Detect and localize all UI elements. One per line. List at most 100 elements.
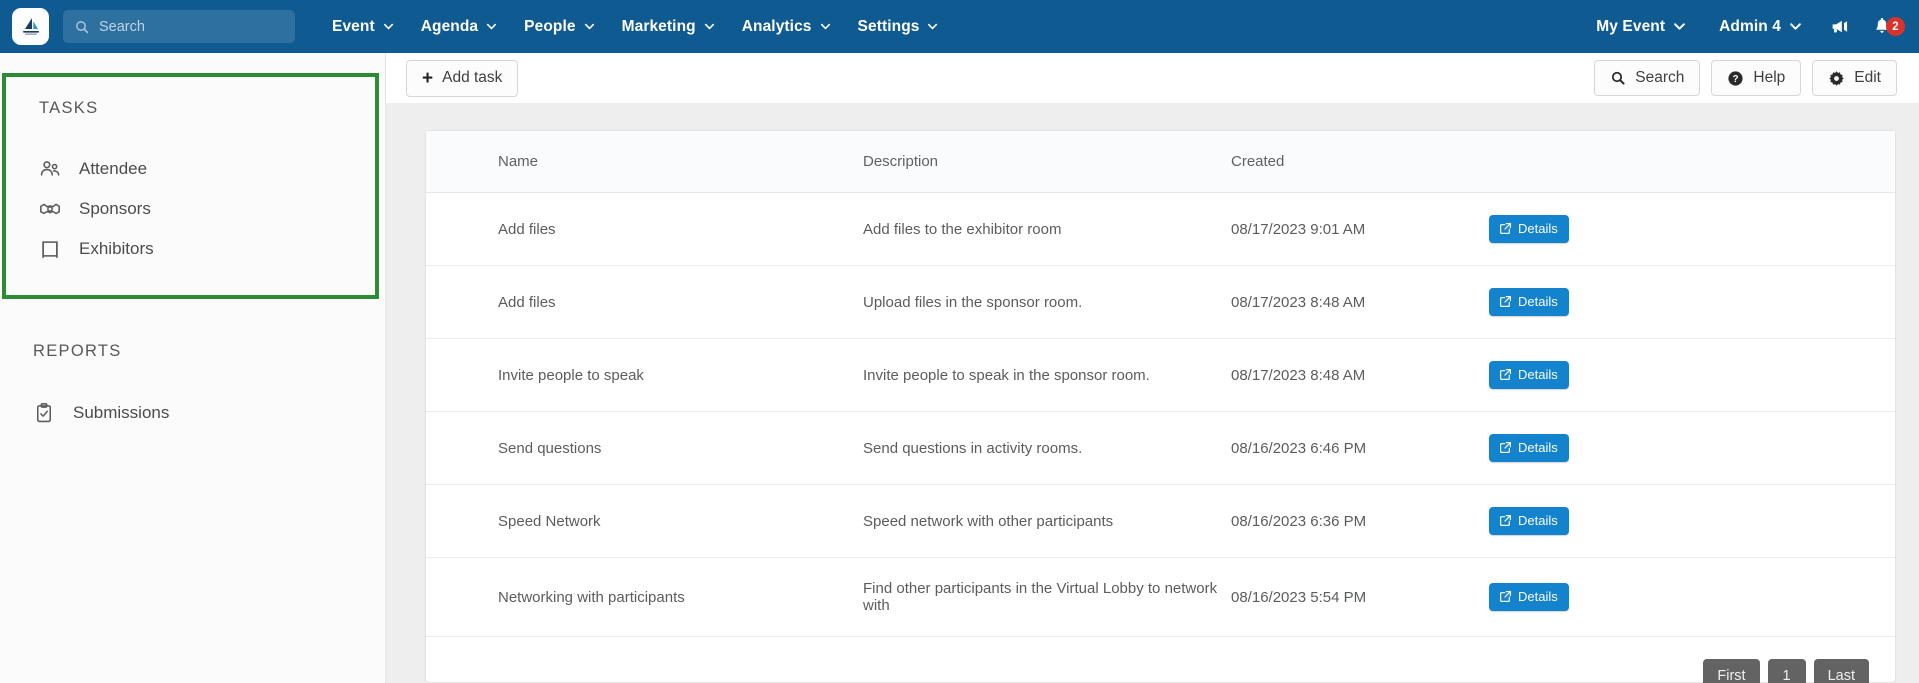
row-actions: Details (1489, 484, 1895, 558)
edit-button[interactable]: Edit (1812, 60, 1897, 96)
table-row[interactable]: Add files Add files to the exhibitor roo… (426, 192, 1895, 266)
pagination-page-1[interactable]: 1 (1767, 659, 1806, 683)
chevron-down-icon (928, 23, 938, 30)
tasks-table-card: Name Description Created Add files Add f… (425, 130, 1896, 683)
chevron-down-icon (820, 23, 830, 30)
table-header-description[interactable]: Description (863, 131, 1231, 193)
announcements-button[interactable] (1819, 0, 1861, 53)
external-link-icon (1500, 369, 1511, 380)
toolbar-actions: Search ? Help Edit (1594, 60, 1897, 96)
table-row[interactable]: Send questions Send questions in activit… (426, 411, 1895, 485)
page-body: TASKS Attendee Sponsors Exhibitors REPOR… (0, 53, 1919, 683)
chevron-down-icon (584, 23, 594, 30)
details-button[interactable]: Details (1489, 361, 1569, 389)
details-button[interactable]: Details (1489, 434, 1569, 462)
gear-icon (1829, 70, 1845, 86)
details-button[interactable]: Details (1489, 507, 1569, 535)
table-header-actions (1489, 131, 1895, 193)
search-button-label: Search (1635, 69, 1685, 86)
global-search[interactable] (63, 10, 295, 43)
row-spacer (426, 265, 498, 339)
app-logo[interactable] (12, 8, 49, 45)
help-button-label: Help (1753, 69, 1786, 86)
clipboard-check-icon (33, 402, 55, 424)
sidebar-item-label: Exhibitors (79, 239, 154, 258)
row-description: Find other participants in the Virtual L… (863, 557, 1231, 637)
table-row[interactable]: Invite people to speak Invite people to … (426, 338, 1895, 412)
handshake-icon (39, 198, 61, 220)
table-header-name[interactable]: Name (498, 131, 863, 193)
my-event-menu[interactable]: My Event (1580, 12, 1703, 42)
row-name: Add files (498, 192, 863, 266)
row-created: 08/17/2023 8:48 AM (1231, 338, 1489, 412)
sidebar-item-submissions[interactable]: Submissions (0, 393, 385, 433)
search-icon (1612, 71, 1625, 85)
external-link-icon (1500, 515, 1511, 526)
sidebar-item-attendee[interactable]: Attendee (6, 149, 375, 189)
nav-item-marketing[interactable]: Marketing (609, 12, 729, 42)
row-description: Send questions in activity rooms. (863, 411, 1231, 485)
row-description: Upload files in the sponsor room. (863, 265, 1231, 339)
nav-item-event[interactable]: Event (319, 12, 408, 42)
chevron-down-icon (1674, 23, 1686, 30)
chevron-down-icon (1790, 23, 1801, 30)
svg-text:?: ? (1733, 74, 1739, 85)
add-task-button[interactable]: + Add task (406, 59, 519, 97)
row-name: Send questions (498, 411, 863, 485)
people-icon (39, 158, 61, 180)
row-description: Speed network with other participants (863, 484, 1231, 558)
notifications-button[interactable]: 2 (1861, 0, 1905, 53)
row-created: 08/17/2023 9:01 AM (1231, 192, 1489, 266)
nav-item-agenda[interactable]: Agenda (408, 12, 511, 42)
sidebar-item-sponsors[interactable]: Sponsors (6, 189, 375, 229)
chevron-down-icon (383, 23, 393, 30)
row-created: 08/16/2023 6:46 PM (1231, 411, 1489, 485)
sidebar-item-label: Sponsors (79, 199, 151, 218)
nav-item-settings[interactable]: Settings (845, 12, 953, 42)
row-spacer (426, 484, 498, 558)
help-button[interactable]: ? Help (1711, 60, 1802, 96)
table-row[interactable]: Add files Upload files in the sponsor ro… (426, 265, 1895, 339)
pagination: First 1 Last (426, 637, 1895, 683)
nav-item-analytics[interactable]: Analytics (729, 12, 845, 42)
row-spacer (426, 192, 498, 266)
table-row[interactable]: Speed Network Speed network with other p… (426, 484, 1895, 558)
row-spacer (426, 338, 498, 412)
nav-label: Analytics (741, 17, 812, 35)
reports-section-title: REPORTS (33, 342, 122, 360)
chevron-down-icon (487, 23, 497, 30)
table-row[interactable]: Networking with participants Find other … (426, 557, 1895, 637)
nav-item-people[interactable]: People (511, 12, 608, 42)
sidebar-item-exhibitors[interactable]: Exhibitors (6, 229, 375, 269)
details-button[interactable]: Details (1489, 215, 1569, 243)
row-name: Networking with participants (498, 557, 863, 637)
external-link-icon (1500, 296, 1511, 307)
details-button[interactable]: Details (1489, 583, 1569, 611)
details-label: Details (1518, 440, 1558, 455)
plus-icon: + (422, 67, 434, 89)
table-header-created[interactable]: Created (1231, 131, 1489, 193)
details-label: Details (1518, 367, 1558, 382)
tasks-table: Name Description Created Add files Add f… (426, 131, 1895, 637)
tasks-section-highlight: TASKS Attendee Sponsors Exhibitors (2, 73, 379, 299)
pagination-first[interactable]: First (1703, 659, 1760, 683)
admin-menu[interactable]: Admin 4 (1703, 12, 1819, 42)
megaphone-icon (1832, 20, 1847, 33)
details-button[interactable]: Details (1489, 288, 1569, 316)
row-actions: Details (1489, 338, 1895, 412)
row-created: 08/17/2023 8:48 AM (1231, 265, 1489, 339)
nav-label: Marketing (621, 17, 696, 35)
search-button[interactable]: Search (1594, 60, 1701, 96)
search-input[interactable] (99, 18, 284, 35)
details-label: Details (1518, 294, 1558, 309)
pagination-last[interactable]: Last (1813, 659, 1869, 683)
details-label: Details (1518, 589, 1558, 604)
content-area: Name Description Created Add files Add f… (386, 103, 1919, 683)
row-created: 08/16/2023 5:54 PM (1231, 557, 1489, 637)
row-description: Invite people to speak in the sponsor ro… (863, 338, 1231, 412)
chevron-down-icon (704, 23, 714, 30)
edit-button-label: Edit (1854, 69, 1881, 86)
sidebar-item-label: Attendee (79, 159, 148, 178)
booth-icon (39, 238, 61, 260)
row-actions: Details (1489, 411, 1895, 485)
